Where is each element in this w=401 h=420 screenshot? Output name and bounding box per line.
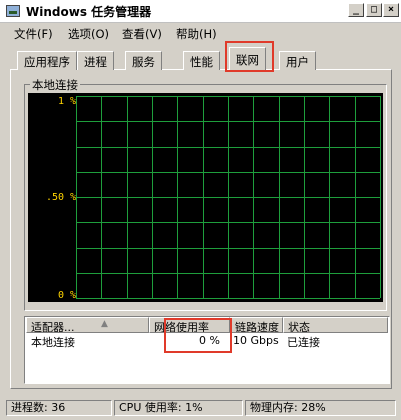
tab-networking[interactable]: 联网 bbox=[229, 47, 266, 71]
tab-processes[interactable]: 进程 bbox=[77, 51, 114, 70]
status-memory: 物理内存: 28% bbox=[245, 400, 396, 416]
tab-services[interactable]: 服务 bbox=[125, 51, 162, 70]
task-manager-icon bbox=[6, 5, 20, 17]
menu-options[interactable]: 选项(O) bbox=[68, 26, 109, 42]
status-cpu: CPU 使用率: 1% bbox=[114, 400, 243, 416]
menu-file[interactable]: 文件(F) bbox=[14, 26, 53, 42]
graph-grid bbox=[76, 96, 381, 299]
column-adapter[interactable]: 适配器... ▲ bbox=[26, 317, 149, 333]
cell-utilization: 0 % bbox=[199, 334, 220, 347]
connection-group-label: 本地连接 bbox=[30, 77, 80, 93]
column-link-speed[interactable]: 链路速度 bbox=[230, 317, 283, 333]
tab-users[interactable]: 用户 bbox=[279, 51, 316, 70]
tab-applications[interactable]: 应用程序 bbox=[17, 51, 77, 70]
column-network-utilization[interactable]: 网络使用率 bbox=[149, 317, 230, 333]
menu-help[interactable]: 帮助(H) bbox=[176, 26, 217, 42]
graph-y-label-min: 0 % bbox=[58, 290, 77, 301]
column-adapter-label: 适配器... bbox=[31, 321, 75, 333]
column-state[interactable]: 状态 bbox=[283, 317, 388, 333]
graph-y-label-mid: .50 % bbox=[46, 192, 77, 203]
maximize-button[interactable]: □ bbox=[366, 3, 382, 17]
tab-performance[interactable]: 性能 bbox=[183, 51, 220, 70]
close-button[interactable]: × bbox=[383, 3, 399, 17]
sort-ascending-icon: ▲ bbox=[101, 319, 108, 329]
graph-y-label-max: 1 % bbox=[58, 96, 77, 107]
menu-view[interactable]: 查看(V) bbox=[122, 26, 162, 42]
minimize-button[interactable]: _ bbox=[348, 3, 364, 17]
cell-adapter: 本地连接 bbox=[31, 336, 75, 349]
window-title: Windows 任务管理器 bbox=[26, 5, 152, 19]
network-graph bbox=[28, 93, 383, 302]
status-processes: 进程数: 36 bbox=[6, 400, 112, 416]
cell-state: 已连接 bbox=[287, 336, 320, 349]
cell-link-speed: 10 Gbps bbox=[233, 334, 279, 347]
